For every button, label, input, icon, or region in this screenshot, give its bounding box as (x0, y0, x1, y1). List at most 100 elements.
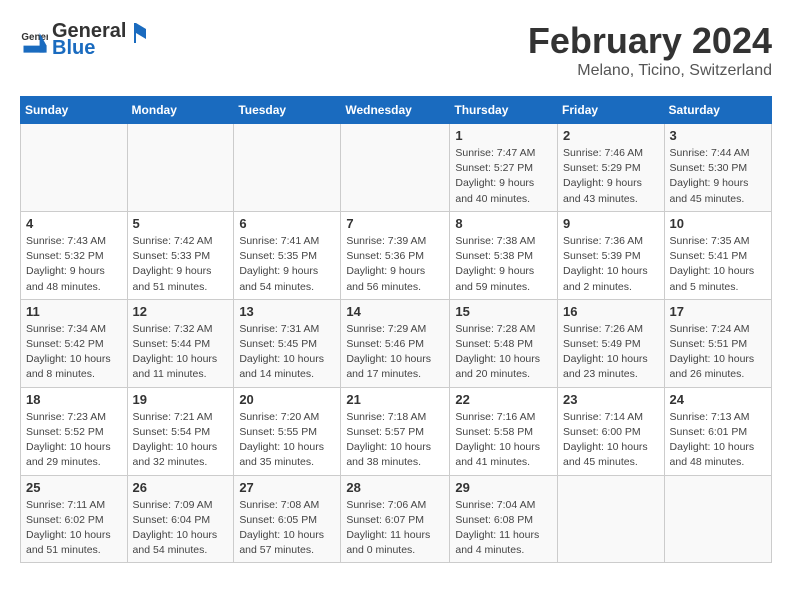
table-row: 5 Sunrise: 7:42 AMSunset: 5:33 PMDaylight… (127, 211, 234, 299)
logo: General General Blue (20, 20, 146, 60)
day-number: 27 (239, 480, 335, 495)
table-row (664, 475, 771, 563)
table-row: 12 Sunrise: 7:32 AMSunset: 5:44 PMDayligh… (127, 299, 234, 387)
day-info: Sunrise: 7:23 AMSunset: 5:52 PMDaylight:… (26, 410, 122, 471)
day-number: 2 (563, 128, 659, 143)
day-info: Sunrise: 7:18 AMSunset: 5:57 PMDaylight:… (346, 410, 444, 471)
day-info: Sunrise: 7:35 AMSunset: 5:41 PMDaylight:… (670, 234, 766, 295)
col-saturday: Saturday (664, 97, 771, 124)
day-info: Sunrise: 7:34 AMSunset: 5:42 PMDaylight:… (26, 322, 122, 383)
header: General General Blue February 2024 Melan… (20, 20, 772, 80)
col-sunday: Sunday (21, 97, 128, 124)
day-number: 13 (239, 304, 335, 319)
day-info: Sunrise: 7:29 AMSunset: 5:46 PMDaylight:… (346, 322, 444, 383)
table-row: 2Sunrise: 7:46 AMSunset: 5:29 PMDaylight… (558, 124, 665, 212)
table-row (21, 124, 128, 212)
table-row: 22 Sunrise: 7:16 AMSunset: 5:58 PMDayligh… (450, 387, 558, 475)
day-number: 24 (670, 392, 766, 407)
table-row: 23Sunrise: 7:14 AMSunset: 6:00 PMDayligh… (558, 387, 665, 475)
day-number: 7 (346, 216, 444, 231)
calendar-week-row: 18 Sunrise: 7:23 AMSunset: 5:52 PMDayligh… (21, 387, 772, 475)
day-number: 16 (563, 304, 659, 319)
day-number: 26 (133, 480, 229, 495)
table-row: 7 Sunrise: 7:39 AMSunset: 5:36 PMDaylight… (341, 211, 450, 299)
day-number: 22 (455, 392, 552, 407)
day-info: Sunrise: 7:08 AMSunset: 6:05 PMDaylight:… (239, 498, 335, 559)
day-info: Sunrise: 7:24 AMSunset: 5:51 PMDaylight:… (670, 322, 766, 383)
day-number: 29 (455, 480, 552, 495)
table-row (127, 124, 234, 212)
day-number: 11 (26, 304, 122, 319)
day-number: 1 (455, 128, 552, 143)
day-info: Sunrise: 7:42 AMSunset: 5:33 PMDaylight:… (133, 234, 229, 295)
table-row: 3Sunrise: 7:44 AMSunset: 5:30 PMDaylight… (664, 124, 771, 212)
calendar-week-row: 1 Sunrise: 7:47 AMSunset: 5:27 PMDaylight… (21, 124, 772, 212)
day-info: Sunrise: 7:36 AMSunset: 5:39 PMDaylight:… (563, 234, 659, 295)
day-info: Sunrise: 7:39 AMSunset: 5:36 PMDaylight:… (346, 234, 444, 295)
day-info: Sunrise: 7:16 AMSunset: 5:58 PMDaylight:… (455, 410, 552, 471)
calendar-header-row: Sunday Monday Tuesday Wednesday Thursday… (21, 97, 772, 124)
day-number: 25 (26, 480, 122, 495)
day-info: Sunrise: 7:47 AMSunset: 5:27 PMDaylight:… (455, 146, 552, 207)
day-number: 9 (563, 216, 659, 231)
col-wednesday: Wednesday (341, 97, 450, 124)
col-thursday: Thursday (450, 97, 558, 124)
day-info: Sunrise: 7:06 AMSunset: 6:07 PMDaylight:… (346, 498, 444, 559)
day-info: Sunrise: 7:09 AMSunset: 6:04 PMDaylight:… (133, 498, 229, 559)
table-row: 6 Sunrise: 7:41 AMSunset: 5:35 PMDaylight… (234, 211, 341, 299)
day-number: 5 (133, 216, 229, 231)
day-number: 12 (133, 304, 229, 319)
day-number: 17 (670, 304, 766, 319)
table-row (234, 124, 341, 212)
table-row: 1 Sunrise: 7:47 AMSunset: 5:27 PMDaylight… (450, 124, 558, 212)
day-number: 15 (455, 304, 552, 319)
day-info: Sunrise: 7:26 AMSunset: 5:49 PMDaylight:… (563, 322, 659, 383)
calendar-week-row: 11 Sunrise: 7:34 AMSunset: 5:42 PMDayligh… (21, 299, 772, 387)
table-row: 8Sunrise: 7:38 AMSunset: 5:38 PMDaylight… (450, 211, 558, 299)
day-number: 4 (26, 216, 122, 231)
day-info: Sunrise: 7:43 AMSunset: 5:32 PMDaylight:… (26, 234, 122, 295)
table-row: 16 Sunrise: 7:26 AMSunset: 5:49 PMDayligh… (558, 299, 665, 387)
table-row: 24 Sunrise: 7:13 AMSunset: 6:01 PMDayligh… (664, 387, 771, 475)
table-row (341, 124, 450, 212)
table-row: 25 Sunrise: 7:11 AMSunset: 6:02 PMDayligh… (21, 475, 128, 563)
table-row: 19Sunrise: 7:21 AMSunset: 5:54 PMDayligh… (127, 387, 234, 475)
day-info: Sunrise: 7:04 AMSunset: 6:08 PMDaylight:… (455, 498, 552, 559)
calendar-title: February 2024 (528, 20, 772, 62)
title-block: February 2024 Melano, Ticino, Switzerlan… (528, 20, 772, 80)
table-row: 10Sunrise: 7:35 AMSunset: 5:41 PMDayligh… (664, 211, 771, 299)
logo-flag-icon (126, 21, 146, 43)
day-info: Sunrise: 7:44 AMSunset: 5:30 PMDaylight:… (670, 146, 766, 207)
table-row: 27 Sunrise: 7:08 AMSunset: 6:05 PMDayligh… (234, 475, 341, 563)
calendar-week-row: 4 Sunrise: 7:43 AMSunset: 5:32 PMDaylight… (21, 211, 772, 299)
table-row: 4 Sunrise: 7:43 AMSunset: 5:32 PMDaylight… (21, 211, 128, 299)
day-number: 20 (239, 392, 335, 407)
table-row: 13 Sunrise: 7:31 AMSunset: 5:45 PMDayligh… (234, 299, 341, 387)
day-info: Sunrise: 7:14 AMSunset: 6:00 PMDaylight:… (563, 410, 659, 471)
day-info: Sunrise: 7:41 AMSunset: 5:35 PMDaylight:… (239, 234, 335, 295)
day-info: Sunrise: 7:11 AMSunset: 6:02 PMDaylight:… (26, 498, 122, 559)
table-row: 26 Sunrise: 7:09 AMSunset: 6:04 PMDayligh… (127, 475, 234, 563)
logo-icon: General (20, 26, 48, 54)
day-info: Sunrise: 7:38 AMSunset: 5:38 PMDaylight:… (455, 234, 552, 295)
day-info: Sunrise: 7:13 AMSunset: 6:01 PMDaylight:… (670, 410, 766, 471)
day-info: Sunrise: 7:28 AMSunset: 5:48 PMDaylight:… (455, 322, 552, 383)
day-info: Sunrise: 7:32 AMSunset: 5:44 PMDaylight:… (133, 322, 229, 383)
day-info: Sunrise: 7:20 AMSunset: 5:55 PMDaylight:… (239, 410, 335, 471)
table-row: 29 Sunrise: 7:04 AMSunset: 6:08 PMDayligh… (450, 475, 558, 563)
table-row: 17 Sunrise: 7:24 AMSunset: 5:51 PMDayligh… (664, 299, 771, 387)
calendar-week-row: 25 Sunrise: 7:11 AMSunset: 6:02 PMDayligh… (21, 475, 772, 563)
calendar-subtitle: Melano, Ticino, Switzerland (528, 62, 772, 80)
table-row: 15 Sunrise: 7:28 AMSunset: 5:48 PMDayligh… (450, 299, 558, 387)
day-number: 21 (346, 392, 444, 407)
table-row: 21 Sunrise: 7:18 AMSunset: 5:57 PMDayligh… (341, 387, 450, 475)
day-number: 18 (26, 392, 122, 407)
day-number: 19 (133, 392, 229, 407)
day-number: 28 (346, 480, 444, 495)
day-number: 6 (239, 216, 335, 231)
day-info: Sunrise: 7:31 AMSunset: 5:45 PMDaylight:… (239, 322, 335, 383)
table-row: 11 Sunrise: 7:34 AMSunset: 5:42 PMDayligh… (21, 299, 128, 387)
table-row (558, 475, 665, 563)
table-row: 9 Sunrise: 7:36 AMSunset: 5:39 PMDaylight… (558, 211, 665, 299)
table-row: 28 Sunrise: 7:06 AMSunset: 6:07 PMDayligh… (341, 475, 450, 563)
